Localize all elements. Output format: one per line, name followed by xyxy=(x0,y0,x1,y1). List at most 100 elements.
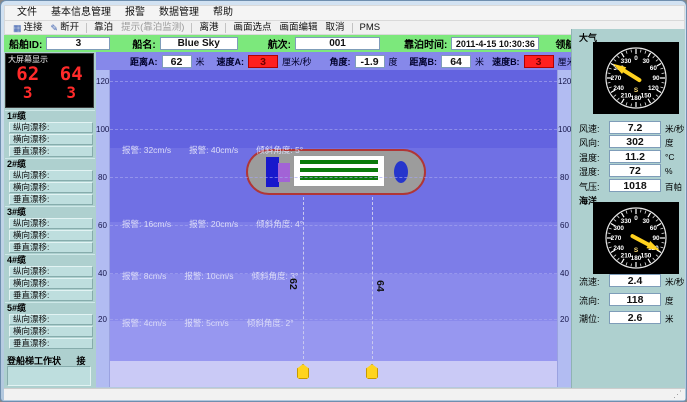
cable-group-title: 5#缆 xyxy=(5,303,95,314)
svg-text:150: 150 xyxy=(641,93,652,100)
toolbar-button[interactable]: 画面编辑 xyxy=(275,22,321,34)
gridline xyxy=(110,177,557,178)
drift-row: 垂直漂移: xyxy=(9,290,93,301)
drift-row: 纵向漂移: xyxy=(9,122,93,133)
env-field-label: 潮位: xyxy=(579,312,600,325)
ship-deckhouse-block xyxy=(278,163,290,182)
svg-text:210: 210 xyxy=(621,253,632,260)
distance-pin-icon[interactable] xyxy=(366,364,378,379)
alarm-threshold-text: 报警: 10cm/s xyxy=(184,270,233,282)
env-field-value: 7.2 xyxy=(609,121,661,134)
toolbar-separator xyxy=(352,23,353,33)
toolbar-separator xyxy=(86,23,87,33)
svg-text:150: 150 xyxy=(641,253,652,260)
ship-id-field: 船舶ID: 3 xyxy=(9,36,110,51)
environment-panel: 大气 0306090120150180210240270300330S 风速:7… xyxy=(571,29,685,388)
toolbar-button[interactable]: PMS xyxy=(356,22,385,34)
env-field-value: 1018 xyxy=(609,179,661,192)
toolbar-button[interactable]: 离港 xyxy=(195,22,222,34)
drift-row: 横向漂移: xyxy=(9,326,93,337)
env-field-unit: 度 xyxy=(665,137,674,149)
menu-item[interactable]: 数据管理 xyxy=(152,6,206,20)
env-field-label: 湿度: xyxy=(579,165,600,178)
axis-tick-label: 60 xyxy=(96,221,109,230)
menu-item[interactable]: 报警 xyxy=(118,6,152,20)
alarm-threshold-text: 报警: 40cm/s xyxy=(189,144,238,156)
env-field-unit: °C xyxy=(665,152,675,162)
axis-tick-label: 20 xyxy=(96,315,109,324)
pencil-icon: ✎ xyxy=(51,23,59,33)
measure-field: 速度A:3厘米/秒 xyxy=(217,55,312,68)
svg-text:330: 330 xyxy=(621,218,632,225)
env-field-label: 风速: xyxy=(579,122,600,135)
toolbar-button[interactable]: 取消 xyxy=(321,22,348,34)
ship-name-label: 船名: xyxy=(132,36,155,51)
svg-text:60: 60 xyxy=(650,225,658,232)
speed-readout: 3 xyxy=(66,84,76,101)
toolbar-button[interactable]: ▦连接 xyxy=(9,22,47,34)
toolbar-button[interactable]: ✎断开 xyxy=(47,22,84,34)
svg-text:240: 240 xyxy=(613,245,624,252)
alarm-threshold-text: 报警: 32cm/s xyxy=(122,144,171,156)
env-field-value: 2.6 xyxy=(609,311,661,324)
ship-id-label: 船舶ID: xyxy=(9,36,42,51)
alarm-threshold-text: 报警: 5cm/s xyxy=(184,317,228,329)
toolbar-button[interactable]: 靠泊 xyxy=(90,22,117,34)
voyage-label: 航次: xyxy=(268,36,291,51)
gridline xyxy=(110,129,557,130)
menu-item[interactable]: 帮助 xyxy=(206,6,240,20)
measure-label: 速度A: xyxy=(217,55,245,68)
ship-name-input[interactable]: Blue Sky xyxy=(160,37,238,50)
svg-text:270: 270 xyxy=(611,75,622,82)
env-field-label: 温度: xyxy=(579,151,600,164)
svg-text:S: S xyxy=(634,87,639,94)
measure-value: 64 xyxy=(441,55,471,68)
big-screen-display: 大屏幕显示 626433 xyxy=(5,53,94,108)
ship-id-input[interactable]: 3 xyxy=(46,37,110,50)
ship-bow-ellipse xyxy=(394,161,408,183)
env-field-unit: 度 xyxy=(665,295,674,307)
distance-measure-line xyxy=(303,197,304,364)
right-axis-ruler[interactable]: 12010080604020 xyxy=(557,70,571,387)
measure-field: 距离A:62米 xyxy=(130,55,205,68)
alarm-threshold-text: 报警: 8cm/s xyxy=(122,270,166,282)
toolbar-button[interactable]: 提示(靠泊监测) xyxy=(117,22,188,34)
axis-tick-label: 100 xyxy=(558,125,571,134)
svg-text:120: 120 xyxy=(648,85,659,92)
ship-cargo-deck xyxy=(293,155,385,187)
left-axis-ruler[interactable]: 12010080604020 xyxy=(96,70,110,387)
measure-label: 距离B: xyxy=(410,55,438,68)
alarm-threshold-text: 报警: 4cm/s xyxy=(122,317,166,329)
toolbar-button-label: 画面选点 xyxy=(233,22,271,34)
env-field-label: 流速: xyxy=(579,275,600,288)
menu-item[interactable]: 文件 xyxy=(10,6,44,20)
env-field-value: 2.4 xyxy=(609,274,661,287)
toolbar-button-label: 提示(靠泊监测) xyxy=(121,22,184,34)
berth-time-input[interactable]: 2011-4-15 10:30:36 xyxy=(451,37,539,50)
voyage-input[interactable]: 001 xyxy=(295,37,380,50)
svg-text:180: 180 xyxy=(631,255,642,262)
svg-text:300: 300 xyxy=(613,225,624,232)
drift-row: 垂直漂移: xyxy=(9,338,93,349)
measure-value: 62 xyxy=(162,55,192,68)
env-field-value: 11.2 xyxy=(609,150,661,163)
cable-group: 4#缆纵向漂移:横向漂移:垂直漂移: xyxy=(5,254,95,302)
measure-unit: 度 xyxy=(389,55,398,68)
measurement-bar: 距离A:62米速度A:3厘米/秒角度:-1.9度距离B:64米速度B:3厘米/秒 xyxy=(96,52,571,70)
left-panel-empty-box xyxy=(7,366,91,386)
measure-label: 距离A: xyxy=(130,55,158,68)
svg-text:30: 30 xyxy=(642,218,650,225)
drift-row: 纵向漂移: xyxy=(9,170,93,181)
ship-info-bar: 船舶ID:3船名:Blue Sky航次:001靠泊时间:2011-4-15 10… xyxy=(4,35,571,52)
distance-readout: 64 xyxy=(60,64,83,84)
distance-pin-icon[interactable] xyxy=(297,364,309,379)
menu-item[interactable]: 基本信息管理 xyxy=(44,6,118,20)
resize-grip-icon[interactable]: ⋰ xyxy=(673,389,682,400)
toolbar-separator xyxy=(225,23,226,33)
svg-text:270: 270 xyxy=(611,235,622,242)
env-field-value: 302 xyxy=(609,135,661,148)
svg-text:180: 180 xyxy=(631,95,642,102)
axis-tick-label: 40 xyxy=(558,269,571,278)
toolbar-button[interactable]: 画面选点 xyxy=(229,22,275,34)
toolbar-button-label: 取消 xyxy=(325,22,344,34)
